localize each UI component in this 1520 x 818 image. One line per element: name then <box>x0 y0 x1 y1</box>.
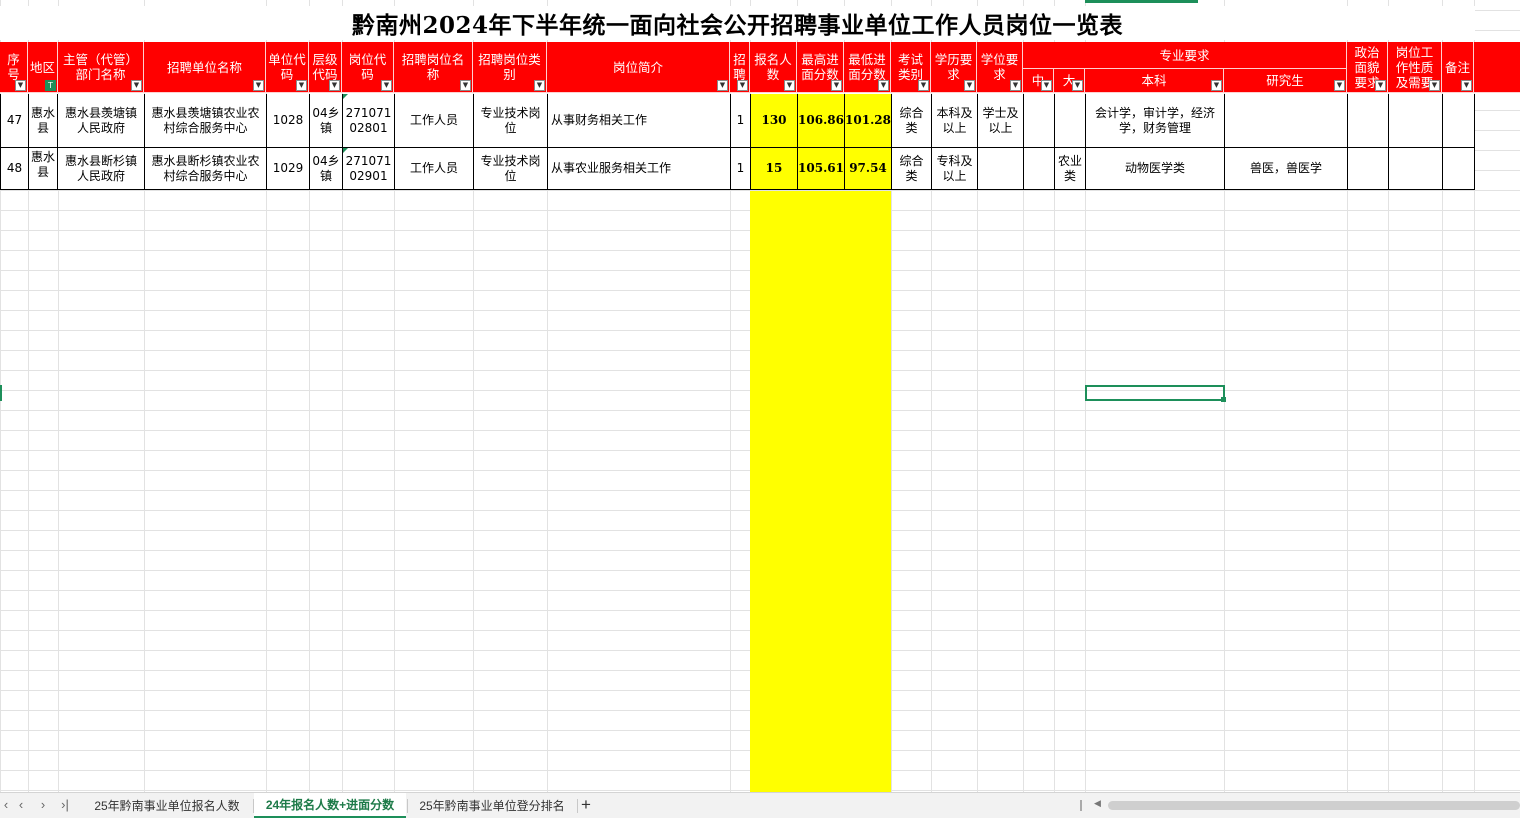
filter-dropdown-icon[interactable]: ▼ <box>296 80 307 91</box>
row-indicator <box>0 385 2 401</box>
cell-post-name[interactable]: 工作人员 <box>395 148 474 190</box>
cell-marker-icon <box>343 94 348 99</box>
filter-dropdown-icon[interactable]: ▼ <box>1461 80 1472 91</box>
filter-active-icon[interactable]: T <box>45 80 56 91</box>
cell-recruit-num[interactable]: 1 <box>731 148 751 190</box>
sheet-tab-bar: ‹ ‹ › ›| 25年黔南事业单位报名人数 24年报名人数+进面分数 25年黔… <box>0 792 1520 818</box>
highlight-columns <box>750 191 891 792</box>
cell-exam-type[interactable]: 综合类 <box>892 148 932 190</box>
header-major-req[interactable]: 专业要求 <box>1023 42 1347 69</box>
filter-dropdown-icon[interactable]: ▼ <box>381 80 392 91</box>
filter-dropdown-icon[interactable]: ▼ <box>964 80 975 91</box>
header-post-intro[interactable]: 岗位简介 <box>547 42 730 93</box>
cell-political[interactable] <box>1348 94 1389 148</box>
horizontal-scrollbar[interactable] <box>1108 801 1520 810</box>
cell-seq[interactable]: 47 <box>0 94 29 148</box>
cell-max-score[interactable]: 106.86 <box>798 94 845 148</box>
cell-post-name[interactable]: 工作人员 <box>395 94 474 148</box>
cell-major-bachelor[interactable]: 会计学，审计学，经济学，财务管理 <box>1086 94 1225 148</box>
cell-post-type[interactable]: 专业技术岗位 <box>474 148 548 190</box>
filter-dropdown-icon[interactable]: ▼ <box>1211 80 1222 91</box>
cell-post-code[interactable]: 27107102901 <box>343 148 395 190</box>
filter-dropdown-icon[interactable]: ▼ <box>1041 80 1052 91</box>
cell-degree[interactable] <box>978 148 1024 190</box>
cell-major-mid[interactable] <box>1024 148 1055 190</box>
filter-dropdown-icon[interactable]: ▼ <box>329 80 340 91</box>
cell-applicants[interactable]: 15 <box>751 148 798 190</box>
cell-dept[interactable]: 惠水县羡塘镇人民政府 <box>58 94 145 148</box>
cell-major-big[interactable]: 农业类 <box>1055 148 1086 190</box>
first-sheet-icon[interactable]: ‹ <box>0 797 14 812</box>
header-major-grad[interactable]: 研究生 <box>1224 69 1347 93</box>
filter-dropdown-icon[interactable]: ▼ <box>737 80 748 91</box>
cell-post-nature[interactable] <box>1389 94 1443 148</box>
filter-dropdown-icon[interactable]: ▼ <box>1334 80 1345 91</box>
cell-major-grad[interactable] <box>1225 94 1348 148</box>
add-sheet-button[interactable]: + <box>581 795 591 815</box>
cell-unit-code[interactable]: 1028 <box>267 94 310 148</box>
cell-post-intro[interactable]: 从事农业服务相关工作 <box>548 148 731 190</box>
cell-remark[interactable] <box>1443 148 1475 190</box>
spreadsheet-grid[interactable]: 黔南州2024年下半年统一面向社会公开招聘事业单位工作人员岗位一览表 序号 地区… <box>0 0 1520 792</box>
filter-dropdown-icon[interactable]: ▼ <box>131 80 142 91</box>
cell-post-nature[interactable] <box>1389 148 1443 190</box>
cell-min-score[interactable]: 97.54 <box>845 148 892 190</box>
filter-dropdown-icon[interactable]: ▼ <box>784 80 795 91</box>
cell-unit-name[interactable]: 惠水县断杉镇农业农村综合服务中心 <box>145 148 267 190</box>
cell-unit-code[interactable]: 1029 <box>267 148 310 190</box>
sheet-tab[interactable]: 25年黔南事业单位登分排名 <box>408 793 576 818</box>
filter-dropdown-icon[interactable]: ▼ <box>1010 80 1021 91</box>
cell-level-code[interactable]: 04乡镇 <box>310 148 343 190</box>
filter-dropdown-icon[interactable]: ▼ <box>918 80 929 91</box>
filter-dropdown-icon[interactable]: ▼ <box>831 80 842 91</box>
cell-exam-type[interactable]: 综合类 <box>892 94 932 148</box>
filter-dropdown-icon[interactable]: ▼ <box>15 80 26 91</box>
fill-handle[interactable] <box>1221 397 1226 402</box>
cell-education[interactable]: 专科及以上 <box>932 148 978 190</box>
scroll-split-handle[interactable] <box>1080 800 1082 811</box>
filter-dropdown-icon[interactable]: ▼ <box>1072 80 1083 91</box>
filter-dropdown-icon[interactable]: ▼ <box>253 80 264 91</box>
cell-degree[interactable]: 学士及以上 <box>978 94 1024 148</box>
next-sheet-icon[interactable]: › <box>35 797 51 812</box>
scroll-left-icon[interactable]: ◀ <box>1094 798 1101 809</box>
cell-seq[interactable]: 48 <box>0 148 29 190</box>
column-selection-indicator <box>1085 0 1198 3</box>
filter-dropdown-icon[interactable]: ▼ <box>1375 80 1386 91</box>
cell-remark[interactable] <box>1443 94 1475 148</box>
selected-cell[interactable] <box>1085 385 1225 401</box>
sheet-tab-active[interactable]: 24年报名人数+进面分数 <box>254 793 406 818</box>
cell-region[interactable]: 惠水县 <box>29 94 58 148</box>
filter-dropdown-icon[interactable]: ▼ <box>534 80 545 91</box>
cell-marker-icon <box>343 148 348 153</box>
prev-sheet-icon[interactable]: ‹ <box>13 797 29 812</box>
cell-post-type[interactable]: 专业技术岗位 <box>474 94 548 148</box>
cell-applicants[interactable]: 130 <box>751 94 798 148</box>
cell-min-score[interactable]: 101.28 <box>845 94 892 148</box>
cell-region[interactable]: 惠水县 <box>29 148 58 190</box>
filter-dropdown-icon[interactable]: ▼ <box>460 80 471 91</box>
last-sheet-icon[interactable]: ›| <box>57 797 73 812</box>
sheet-tab[interactable]: 25年黔南事业单位报名人数 <box>82 793 252 818</box>
cell-major-grad[interactable]: 兽医，兽医学 <box>1225 148 1348 190</box>
cell-major-mid[interactable] <box>1024 94 1055 148</box>
header-major-bachelor[interactable]: 本科 <box>1085 69 1224 93</box>
cell-post-intro[interactable]: 从事财务相关工作 <box>548 94 731 148</box>
cell-max-score[interactable]: 105.61 <box>798 148 845 190</box>
sheet-title: 黔南州2024年下半年统一面向社会公开招聘事业单位工作人员岗位一览表 <box>0 6 1475 40</box>
header-extension <box>1474 42 1520 93</box>
cell-major-big[interactable] <box>1055 94 1086 148</box>
cell-major-bachelor[interactable]: 动物医学类 <box>1086 148 1225 190</box>
cell-political[interactable] <box>1348 148 1389 190</box>
filter-dropdown-icon[interactable]: ▼ <box>1429 80 1440 91</box>
filter-dropdown-icon[interactable]: ▼ <box>717 80 728 91</box>
cell-level-code[interactable]: 04乡镇 <box>310 94 343 148</box>
filter-dropdown-icon[interactable]: ▼ <box>878 80 889 91</box>
cell-unit-name[interactable]: 惠水县羡塘镇农业农村综合服务中心 <box>145 94 267 148</box>
cell-education[interactable]: 本科及以上 <box>932 94 978 148</box>
cell-post-code[interactable]: 27107102801 <box>343 94 395 148</box>
cell-dept[interactable]: 惠水县断杉镇人民政府 <box>58 148 145 190</box>
header-unit-name[interactable]: 招聘单位名称 <box>144 42 266 93</box>
cell-recruit-num[interactable]: 1 <box>731 94 751 148</box>
